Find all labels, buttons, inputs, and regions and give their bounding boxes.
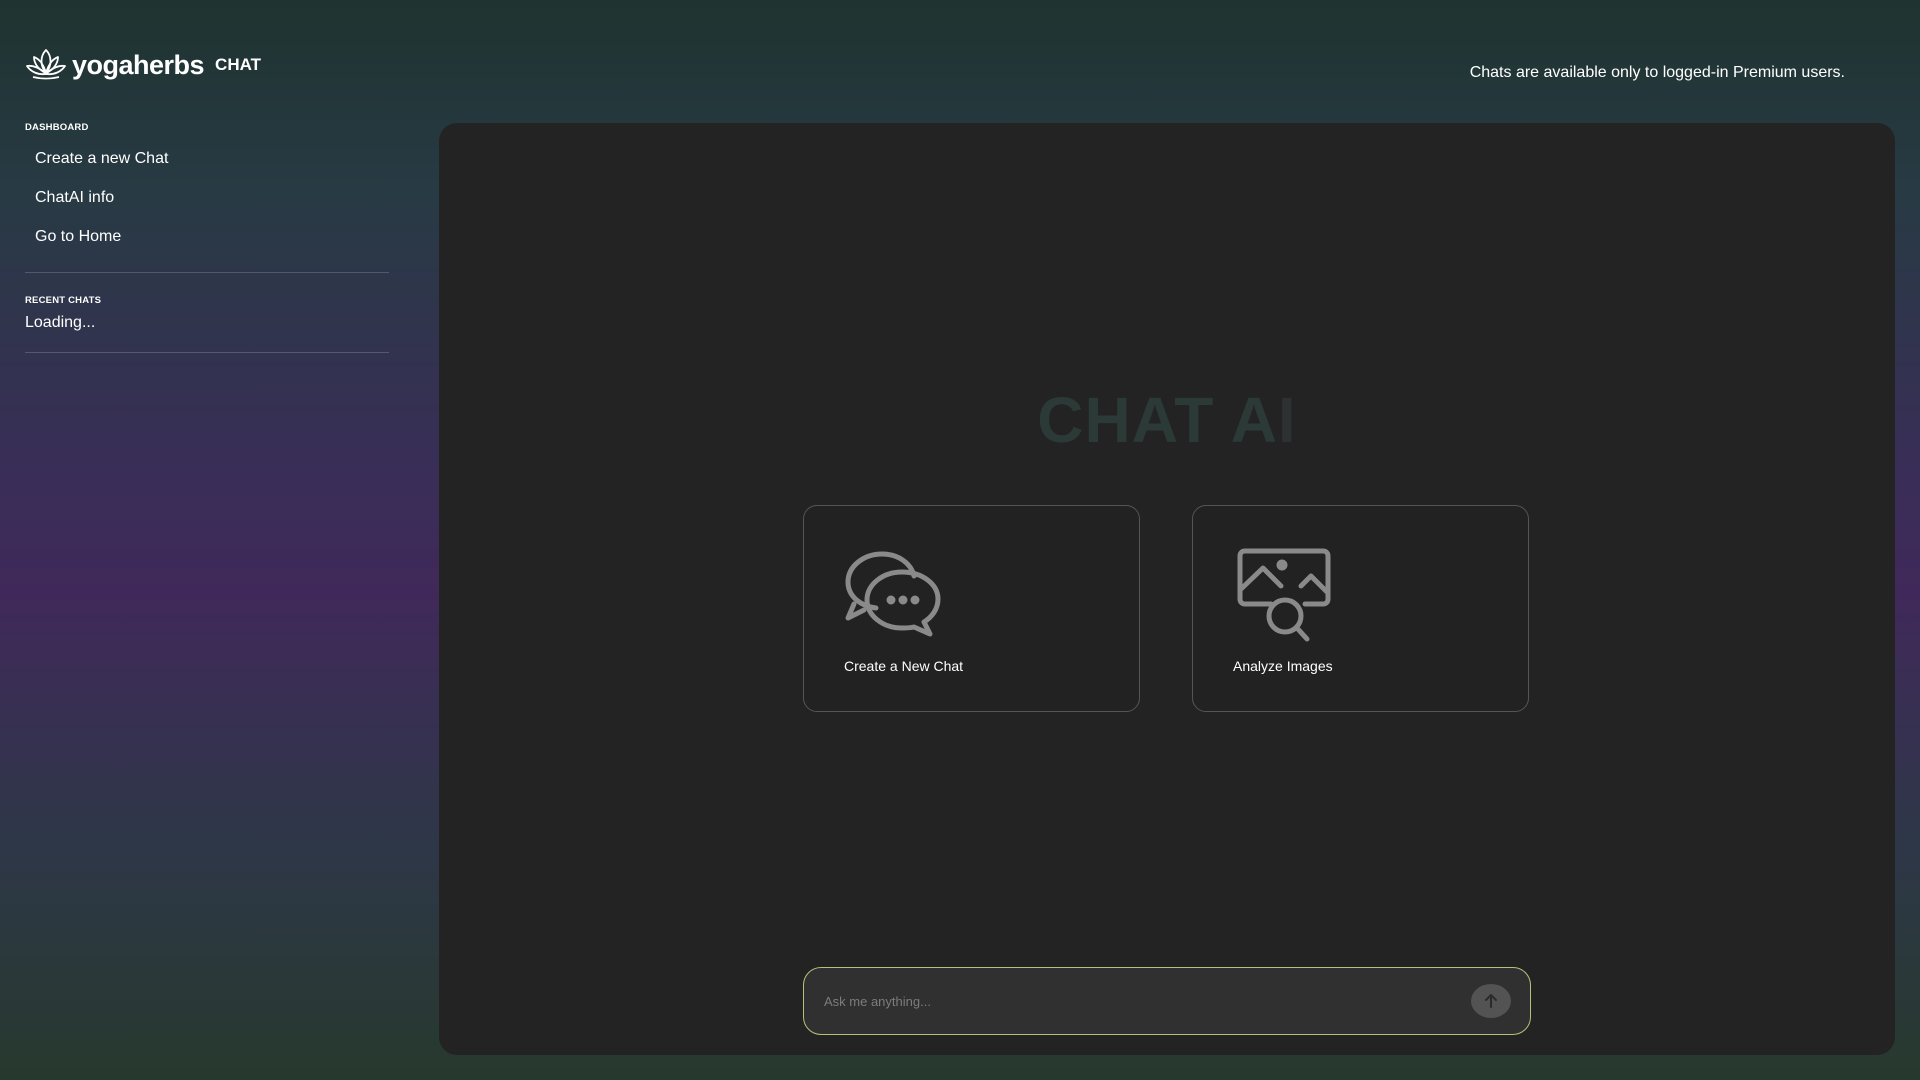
chat-panel: CHAT AI Create a New Chat Analyze Images… [439,123,1895,1055]
send-button[interactable] [1471,984,1511,1018]
chat-ai-title-faded: I [1277,384,1297,456]
recent-chats-label: RECENT CHATS [25,295,102,306]
sidebar-item-create-new-chat[interactable]: Create a new Chat [25,139,389,178]
recent-chats-section: RECENT CHATS Loading... [25,295,389,332]
brand-name: yogaherbs [72,49,205,80]
sidebar-divider [25,352,389,353]
brand-logo[interactable]: yogaherbs CHAT [25,46,261,84]
chat-ai-title-main: CHAT A [1037,384,1278,456]
create-new-chat-card[interactable]: Create a New Chat [803,505,1140,712]
sidebar-item-chatai-info[interactable]: ChatAI info [25,178,389,217]
sidebar-divider [25,272,389,273]
create-new-chat-label: Create a New Chat [844,658,964,674]
analyze-images-card[interactable]: Analyze Images [1192,505,1529,712]
chat-ai-title: CHAT AI [439,383,1895,457]
sidebar: DASHBOARD Create a new Chat ChatAI info … [25,122,389,353]
recent-chats-status: Loading... [25,314,96,331]
sidebar-item-go-to-home[interactable]: Go to Home [25,217,389,256]
chat-input-bar [803,967,1531,1035]
dashboard-section-label: DASHBOARD [25,122,89,133]
image-search-icon [1235,546,1339,642]
chat-bubbles-icon [842,546,946,642]
lotus-icon [25,46,67,85]
brand-tag: CHAT [215,55,261,74]
dashboard-nav: Create a new Chat ChatAI info Go to Home [25,139,389,256]
analyze-images-label: Analyze Images [1233,658,1333,674]
premium-notice: Chats are available only to logged-in Pr… [1469,64,1845,81]
chat-input[interactable] [822,968,1426,1035]
arrow-up-icon [1481,991,1501,1011]
